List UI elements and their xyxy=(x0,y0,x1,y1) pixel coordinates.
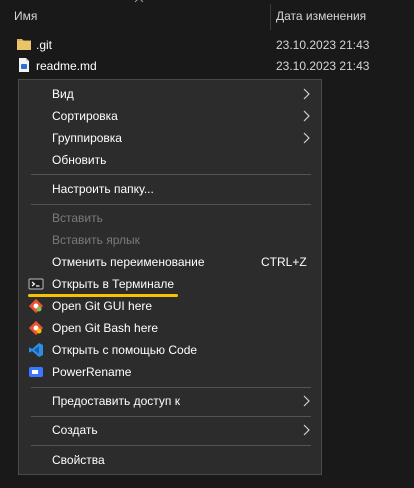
menu-separator xyxy=(31,204,311,205)
menu-item-label: Open Git Bash here xyxy=(52,321,159,335)
column-divider[interactable] xyxy=(270,4,271,30)
menu-item-label: Open Git GUI here xyxy=(52,299,153,313)
column-date-header[interactable]: Дата изменения xyxy=(276,9,366,23)
menu-item-label: Обновить xyxy=(52,153,107,167)
menu-item-label: Вставить xyxy=(52,211,103,225)
powerrename-icon xyxy=(29,367,43,377)
menu-separator xyxy=(31,445,311,446)
menu-item-label: Сортировка xyxy=(52,109,118,123)
folder-icon xyxy=(17,39,31,50)
menu-item-label: Вставить ярлык xyxy=(52,233,140,247)
file-date: 23.10.2023 21:43 xyxy=(276,38,370,52)
menu-item-label: Вид xyxy=(52,87,74,101)
markdown-file-icon xyxy=(19,58,29,72)
menu-separator xyxy=(31,174,311,175)
menu-item-refresh[interactable]: Обновить xyxy=(19,149,321,171)
file-name: readme.md xyxy=(36,59,97,73)
git-gui-icon xyxy=(28,298,44,314)
menu-item-label: Открыть в Терминале xyxy=(52,277,175,291)
column-name-header[interactable]: Имя xyxy=(14,9,37,23)
menu-item-properties[interactable]: Свойства xyxy=(19,449,321,471)
sort-caret-icon[interactable] xyxy=(134,0,144,3)
chevron-right-icon xyxy=(303,110,310,122)
chevron-right-icon xyxy=(303,424,310,436)
menu-item-label: PowerRename xyxy=(52,365,132,379)
menu-item-label: Создать xyxy=(52,423,98,437)
menu-item-customize-folder[interactable]: Настроить папку... xyxy=(19,178,321,200)
menu-item-label: Предоставить доступ к xyxy=(52,394,180,408)
chevron-right-icon xyxy=(303,132,310,144)
menu-item-label: Отменить переименование xyxy=(52,255,205,269)
highlight-underline xyxy=(28,294,178,297)
menu-item-paste-shortcut: Вставить ярлык xyxy=(19,229,321,251)
menu-item-powerrename[interactable]: PowerRename xyxy=(19,361,321,383)
chevron-right-icon xyxy=(303,395,310,407)
vscode-icon xyxy=(29,343,43,357)
menu-item-git-bash[interactable]: Open Git Bash here xyxy=(19,317,321,339)
menu-separator xyxy=(31,416,311,417)
menu-item-open-with-code[interactable]: Открыть с помощью Code xyxy=(19,339,321,361)
menu-item-group[interactable]: Группировка xyxy=(19,127,321,149)
menu-separator xyxy=(31,387,311,388)
file-date: 23.10.2023 21:43 xyxy=(276,59,370,73)
menu-item-paste: Вставить xyxy=(19,207,321,229)
column-header: Имя Дата изменения xyxy=(0,0,414,30)
chevron-right-icon xyxy=(303,88,310,100)
file-name: .git xyxy=(36,38,53,52)
context-menu: Вид Сортировка Группировка Обновить Наст… xyxy=(18,79,322,475)
terminal-icon xyxy=(28,278,44,290)
menu-item-open-terminal[interactable]: Открыть в Терминале xyxy=(19,273,321,295)
menu-item-sort[interactable]: Сортировка xyxy=(19,105,321,127)
file-row-git[interactable]: .git 23.10.2023 21:43 xyxy=(0,34,414,55)
menu-item-label: Свойства xyxy=(52,453,105,467)
menu-item-new[interactable]: Создать xyxy=(19,419,321,441)
menu-item-view[interactable]: Вид xyxy=(19,83,321,105)
menu-item-label: Группировка xyxy=(52,131,122,145)
menu-item-share[interactable]: Предоставить доступ к xyxy=(19,390,321,412)
git-bash-icon xyxy=(28,320,44,336)
menu-item-label: Открыть с помощью Code xyxy=(52,343,198,357)
shortcut-label: CTRL+Z xyxy=(261,255,307,269)
menu-item-label: Настроить папку... xyxy=(52,182,154,196)
menu-item-git-gui[interactable]: Open Git GUI here xyxy=(19,295,321,317)
menu-item-undo-rename[interactable]: Отменить переименование CTRL+Z xyxy=(19,251,321,273)
file-row-readme[interactable]: readme.md 23.10.2023 21:43 xyxy=(0,55,414,76)
